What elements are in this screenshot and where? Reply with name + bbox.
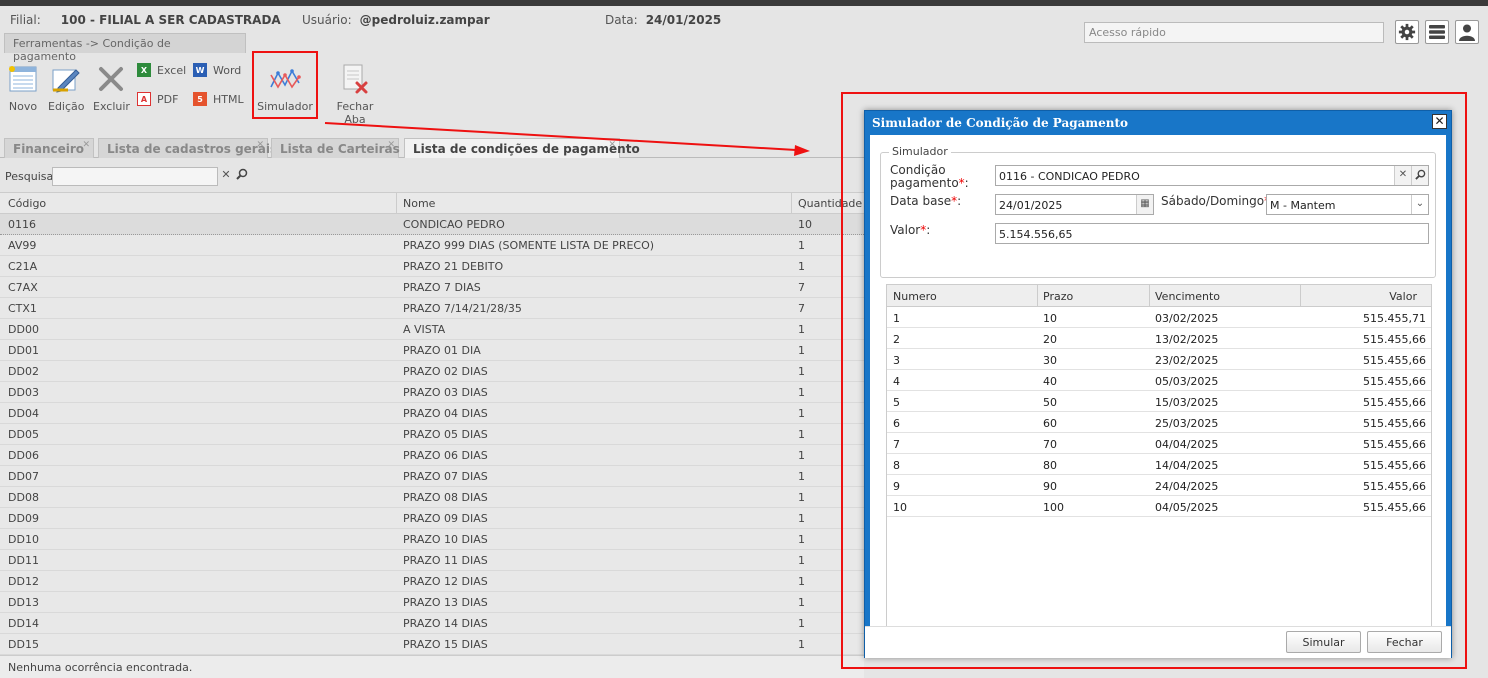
- table-row[interactable]: 2 20 13/02/2025 515.455,66: [887, 328, 1431, 349]
- table-cell: 9: [893, 480, 900, 493]
- table-cell: 2: [893, 333, 900, 346]
- table-cell: 04/05/2025: [1155, 501, 1219, 514]
- condicao-label: Condição pagamento*:: [890, 163, 969, 190]
- table-cell: 15/03/2025: [1155, 396, 1219, 409]
- table-cell: 3: [893, 354, 900, 367]
- chevron-down-icon[interactable]: ⌄: [1411, 195, 1428, 214]
- simulador-fieldset: Simulador Condição pagamento*: 0116 - CO…: [880, 145, 1436, 278]
- table-cell: 20: [1043, 333, 1057, 346]
- simulador-dialog: Simulador de Condição de Pagamento ✕ Sim…: [864, 110, 1452, 658]
- table-cell: 515.455,66: [1363, 501, 1426, 514]
- table-cell: 10: [1043, 312, 1057, 325]
- column-header[interactable]: Valor: [1389, 290, 1417, 303]
- table-cell: 60: [1043, 417, 1057, 430]
- parcelas-header: Numero Prazo Vencimento Valor: [887, 285, 1431, 307]
- sabado-domingo-label: Sábado/Domingo*:: [1161, 194, 1274, 208]
- table-cell: 515.455,66: [1363, 396, 1426, 409]
- search-icon[interactable]: [1411, 166, 1428, 185]
- table-cell: 05/03/2025: [1155, 375, 1219, 388]
- table-cell: 13/02/2025: [1155, 333, 1219, 346]
- table-cell: 515.455,66: [1363, 333, 1426, 346]
- table-cell: 50: [1043, 396, 1057, 409]
- table-cell: 7: [893, 438, 900, 451]
- table-cell: 30: [1043, 354, 1057, 367]
- table-row[interactable]: 1 10 03/02/2025 515.455,71: [887, 307, 1431, 328]
- table-cell: 8: [893, 459, 900, 472]
- table-cell: 5: [893, 396, 900, 409]
- fechar-button[interactable]: Fechar: [1367, 631, 1442, 653]
- table-cell: 25/03/2025: [1155, 417, 1219, 430]
- table-row[interactable]: 3 30 23/02/2025 515.455,66: [887, 349, 1431, 370]
- parcelas-table: Numero Prazo Vencimento Valor 1 10 03/02/2…: [886, 284, 1432, 636]
- sabado-domingo-select[interactable]: M - Mantem ⌄: [1266, 194, 1429, 215]
- table-cell: 515.455,66: [1363, 417, 1426, 430]
- table-cell: 6: [893, 417, 900, 430]
- dialog-title: Simulador de Condição de Pagamento: [872, 116, 1129, 130]
- table-cell: 70: [1043, 438, 1057, 451]
- table-cell: 14/04/2025: [1155, 459, 1219, 472]
- simular-button[interactable]: Simular: [1286, 631, 1361, 653]
- table-row[interactable]: 5 50 15/03/2025 515.455,66: [887, 391, 1431, 412]
- dialog-close-icon[interactable]: ✕: [1432, 114, 1447, 129]
- valor-field[interactable]: 5.154.556,65: [995, 223, 1429, 244]
- table-cell: 40: [1043, 375, 1057, 388]
- dialog-footer: Simular Fechar: [865, 626, 1451, 658]
- table-cell: 24/04/2025: [1155, 480, 1219, 493]
- table-cell: 515.455,66: [1363, 354, 1426, 367]
- column-header[interactable]: Numero: [893, 290, 937, 303]
- calendar-icon[interactable]: ▦: [1136, 195, 1153, 214]
- data-base-field[interactable]: 24/01/2025 ▦: [995, 194, 1154, 215]
- table-cell: 100: [1043, 501, 1064, 514]
- table-cell: 1: [893, 312, 900, 325]
- column-header[interactable]: Vencimento: [1155, 290, 1220, 303]
- table-cell: 515.455,71: [1363, 312, 1426, 325]
- table-row[interactable]: 8 80 14/04/2025 515.455,66: [887, 454, 1431, 475]
- table-cell: 90: [1043, 480, 1057, 493]
- table-cell: 515.455,66: [1363, 459, 1426, 472]
- table-row[interactable]: 10 100 04/05/2025 515.455,66: [887, 496, 1431, 517]
- table-cell: 10: [893, 501, 907, 514]
- table-row[interactable]: 7 70 04/04/2025 515.455,66: [887, 433, 1431, 454]
- clear-icon[interactable]: ✕: [1394, 166, 1411, 185]
- table-row[interactable]: 4 40 05/03/2025 515.455,66: [887, 370, 1431, 391]
- table-cell: 4: [893, 375, 900, 388]
- table-cell: 03/02/2025: [1155, 312, 1219, 325]
- table-cell: 515.455,66: [1363, 375, 1426, 388]
- table-cell: 515.455,66: [1363, 480, 1426, 493]
- table-row[interactable]: 9 90 24/04/2025 515.455,66: [887, 475, 1431, 496]
- table-row[interactable]: 6 60 25/03/2025 515.455,66: [887, 412, 1431, 433]
- table-cell: 23/02/2025: [1155, 354, 1219, 367]
- table-cell: 04/04/2025: [1155, 438, 1219, 451]
- condicao-field[interactable]: 0116 - CONDICAO PEDRO ✕: [995, 165, 1429, 186]
- dialog-body: Simulador Condição pagamento*: 0116 - CO…: [870, 135, 1446, 636]
- table-cell: 80: [1043, 459, 1057, 472]
- data-base-label: Data base*:: [890, 194, 962, 208]
- column-header[interactable]: Prazo: [1043, 290, 1073, 303]
- valor-label: Valor*:: [890, 223, 931, 237]
- fieldset-legend: Simulador: [889, 145, 951, 158]
- table-cell: 515.455,66: [1363, 438, 1426, 451]
